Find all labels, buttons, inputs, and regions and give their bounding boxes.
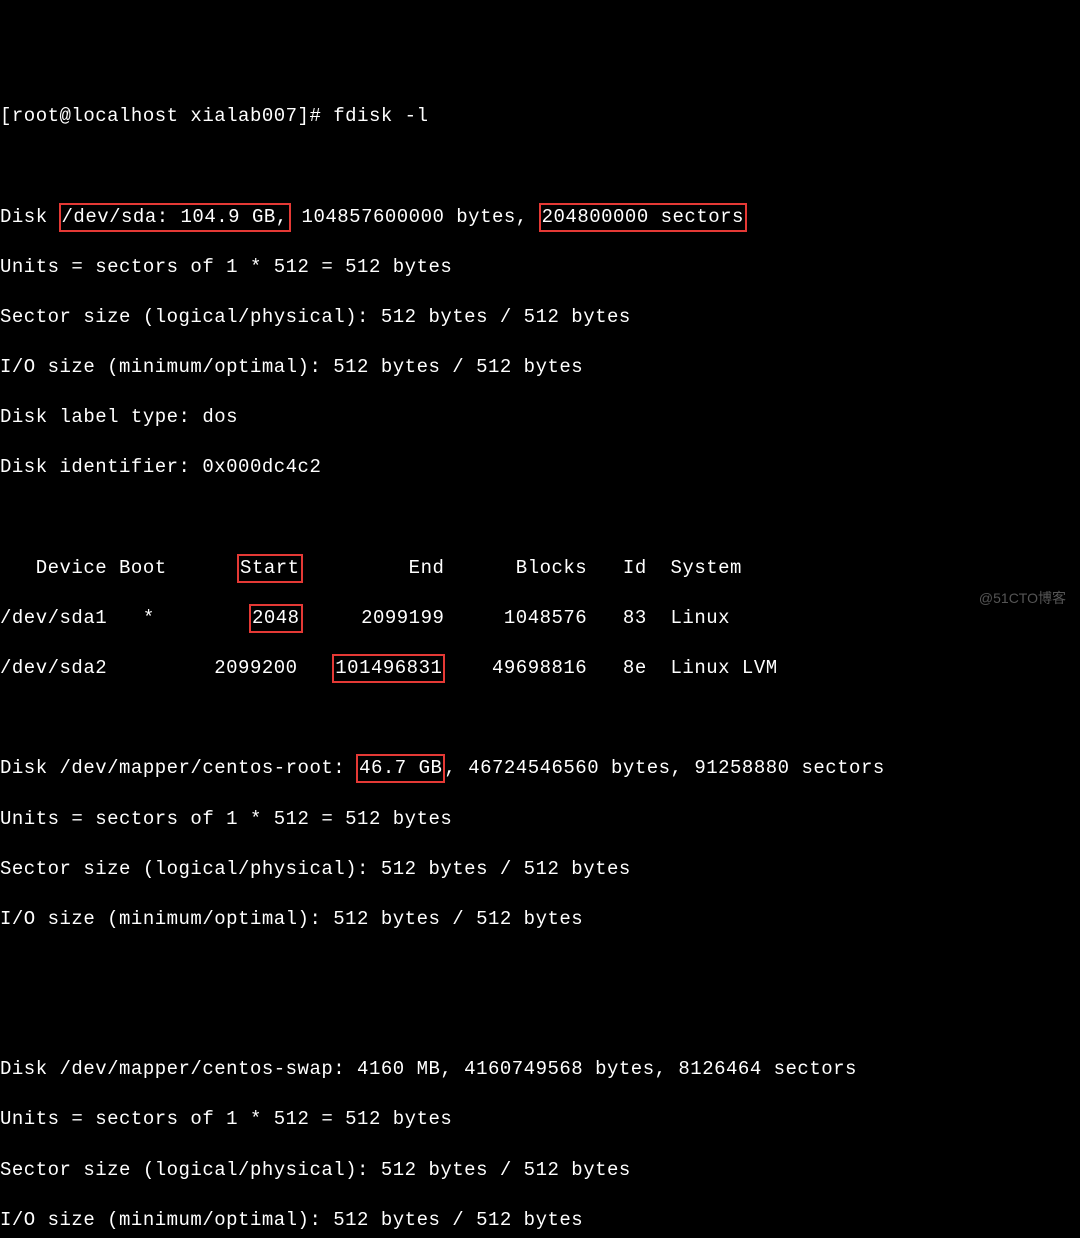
watermark-text: @51CTO博客 xyxy=(979,589,1066,607)
blank-line xyxy=(0,957,1080,982)
header-prefix: Device Boot xyxy=(0,557,238,579)
disk-sda-dev-size-highlight: /dev/sda: 104.9 GB, xyxy=(59,203,291,232)
table-row: /dev/sda1 * 2048 2099199 1048576 83 Linu… xyxy=(0,606,1080,631)
row-prefix: /dev/sda1 * xyxy=(0,607,250,629)
disk-sda-bytes: 104857600000 bytes, xyxy=(290,206,540,228)
blank-line xyxy=(0,1007,1080,1032)
row-end-highlight: 101496831 xyxy=(332,654,445,683)
row-start-highlight: 2048 xyxy=(249,604,303,633)
disk-prefix: Disk xyxy=(0,206,60,228)
header-rest: End Blocks Id System xyxy=(302,557,742,579)
disk-swap-sector-size: Sector size (logical/physical): 512 byte… xyxy=(0,1158,1080,1183)
disk-root-rest: , 46724546560 bytes, 91258880 sectors xyxy=(444,757,884,779)
disk-root-line: Disk /dev/mapper/centos-root: 46.7 GB, 4… xyxy=(0,756,1080,781)
row-rest: 49698816 8e Linux LVM xyxy=(444,657,777,679)
disk-sda-io-size: I/O size (minimum/optimal): 512 bytes / … xyxy=(0,355,1080,380)
disk-root-io-size: I/O size (minimum/optimal): 512 bytes / … xyxy=(0,907,1080,932)
prompt-line: [root@localhost xialab007]# fdisk -l xyxy=(0,104,1080,129)
blank-line xyxy=(0,506,1080,531)
disk-swap-units: Units = sectors of 1 * 512 = 512 bytes xyxy=(0,1107,1080,1132)
row-rest: 2099199 1048576 83 Linux xyxy=(302,607,730,629)
row-prefix: /dev/sda2 2099200 xyxy=(0,657,333,679)
disk-sda-sectors-highlight: 204800000 sectors xyxy=(539,203,747,232)
blank-line xyxy=(0,154,1080,179)
disk-sda-units: Units = sectors of 1 * 512 = 512 bytes xyxy=(0,255,1080,280)
disk-root-units: Units = sectors of 1 * 512 = 512 bytes xyxy=(0,807,1080,832)
blank-line xyxy=(0,706,1080,731)
header-start-highlight: Start xyxy=(237,554,303,583)
disk-swap-io-size: I/O size (minimum/optimal): 512 bytes / … xyxy=(0,1208,1080,1233)
prompt-text: [root@localhost xialab007]# xyxy=(0,105,333,127)
disk-root-sector-size: Sector size (logical/physical): 512 byte… xyxy=(0,857,1080,882)
partition-header: Device Boot Start End Blocks Id System xyxy=(0,556,1080,581)
table-row: /dev/sda2 2099200 101496831 49698816 8e … xyxy=(0,656,1080,681)
disk-root-prefix: Disk /dev/mapper/centos-root: xyxy=(0,757,357,779)
disk-root-size-highlight: 46.7 GB xyxy=(356,754,445,783)
disk-swap-line: Disk /dev/mapper/centos-swap: 4160 MB, 4… xyxy=(0,1057,1080,1082)
disk-sda-line: Disk /dev/sda: 104.9 GB, 104857600000 by… xyxy=(0,205,1080,230)
disk-sda-identifier: Disk identifier: 0x000dc4c2 xyxy=(0,455,1080,480)
disk-sda-label-type: Disk label type: dos xyxy=(0,405,1080,430)
disk-sda-sector-size: Sector size (logical/physical): 512 byte… xyxy=(0,305,1080,330)
command-text: fdisk -l xyxy=(333,105,428,127)
